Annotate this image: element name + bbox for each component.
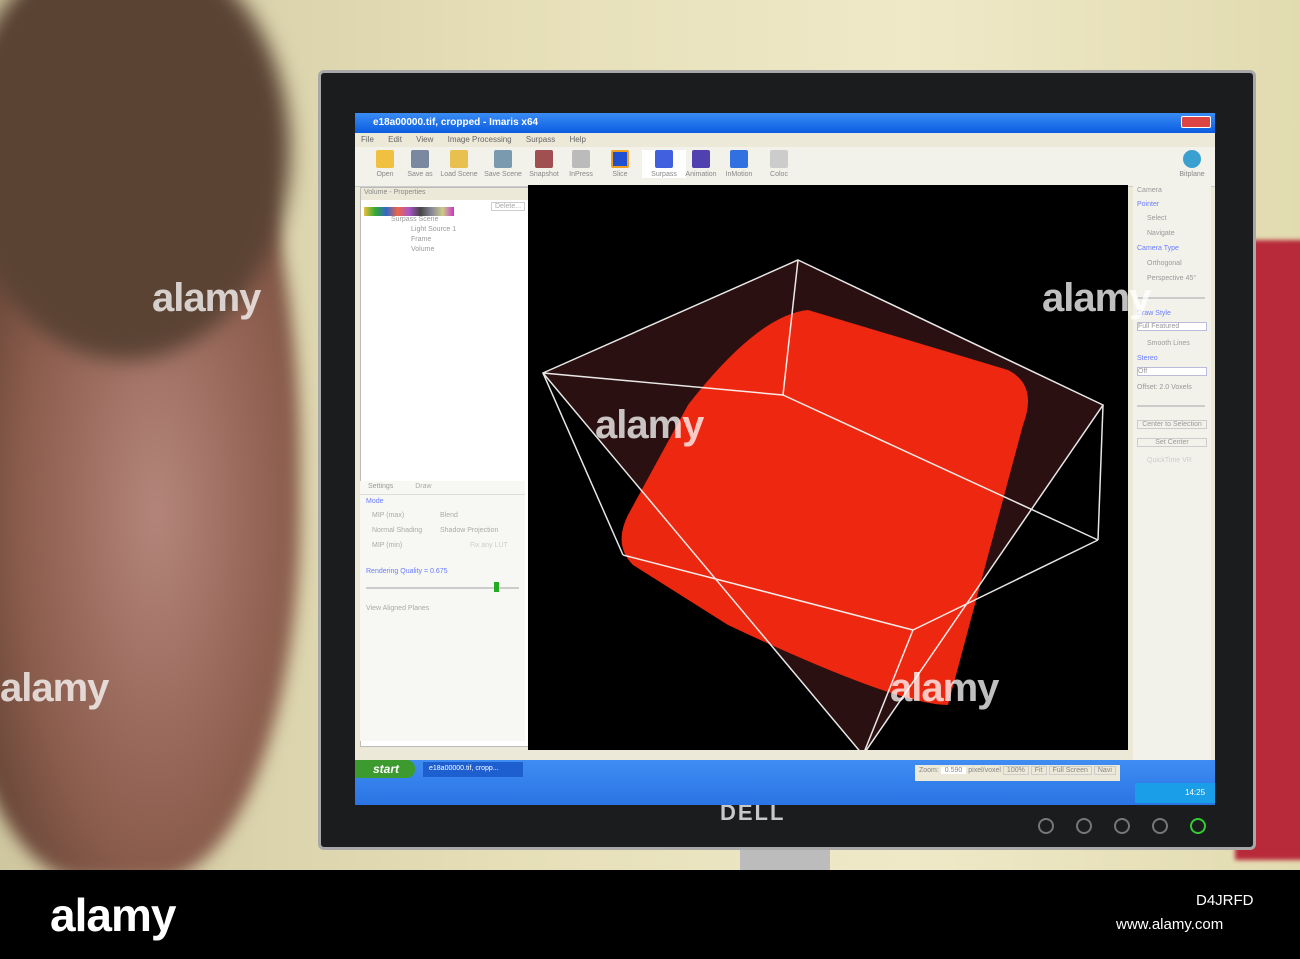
quality-slider[interactable] — [366, 582, 519, 592]
inmotion-button[interactable]: InMotion — [717, 150, 761, 178]
tab-settings[interactable]: Settings — [368, 483, 393, 490]
menu-view[interactable]: View — [416, 135, 433, 144]
fit-button[interactable]: Fit — [1030, 766, 1047, 775]
screen: e18a00000.tif, cropped - Imaris x64 File… — [355, 113, 1215, 805]
stereo-select[interactable]: Off — [1137, 367, 1207, 376]
zoom-100-button[interactable]: 100% — [1002, 766, 1029, 775]
volume-render — [541, 259, 1105, 757]
tree-item-volume[interactable]: Volume — [361, 246, 529, 256]
radio-blend[interactable]: Blend — [440, 512, 458, 519]
radio-normal-shading[interactable]: Normal Shading — [372, 527, 422, 534]
radio-navigate[interactable]: Navigate — [1147, 230, 1175, 237]
object-toolbar: Delete... — [361, 200, 529, 216]
smooth-lines-checkbox[interactable]: Smooth Lines — [1147, 340, 1190, 347]
panel-title: Volume - Properties — [361, 188, 529, 200]
taskbar: start e18a00000.tif, cropp... Zoom: 0.59… — [355, 760, 1215, 805]
coloc-button[interactable]: Coloc — [757, 150, 801, 178]
view-aligned-planes-checkbox[interactable]: View Aligned Planes — [360, 601, 525, 616]
navi-button[interactable]: Navi — [1093, 766, 1116, 775]
stereo-label: Stereo — [1137, 355, 1158, 362]
menu-edit[interactable]: Edit — [388, 135, 402, 144]
camera-title: Camera — [1137, 187, 1162, 194]
mode-label: Mode — [366, 498, 384, 505]
quicktime-vr-button[interactable]: QuickTime VR — [1147, 457, 1192, 464]
menu-bar: File Edit View Image Processing Surpass … — [355, 133, 1215, 147]
inpress-button[interactable]: InPress — [559, 150, 603, 178]
delete-button[interactable]: Delete... — [491, 202, 526, 211]
radio-mip-max[interactable]: MIP (max) — [372, 512, 404, 519]
window-title: e18a00000.tif, cropped - Imaris x64 — [355, 113, 1215, 133]
power-button[interactable] — [1190, 818, 1206, 834]
alamy-url: www.alamy.com — [1116, 916, 1224, 933]
alamy-logo: alamy — [50, 889, 176, 941]
object-type-icons[interactable] — [364, 207, 454, 216]
menu-file[interactable]: File — [361, 135, 374, 144]
center-to-selection-button[interactable]: Center to Selection — [1137, 420, 1207, 429]
tree-item-frame[interactable]: Frame — [361, 236, 529, 246]
image-id: D4JRFD — [1196, 892, 1254, 909]
set-center-button[interactable]: Set Center — [1137, 438, 1207, 447]
radio-select[interactable]: Select — [1147, 215, 1166, 222]
window-controls[interactable] — [1181, 116, 1211, 128]
watermark: alamy — [890, 666, 999, 710]
taskbar-item-imaris[interactable]: e18a00000.tif, cropp... — [423, 762, 523, 777]
3d-viewer[interactable] — [528, 185, 1128, 757]
radio-mip-min[interactable]: MIP (min) — [372, 542, 402, 549]
menu-image-processing[interactable]: Image Processing — [448, 135, 512, 144]
radio-perspective[interactable]: Perspective 45° — [1147, 275, 1196, 282]
camera-panel: Camera Pointer Select Navigate Camera Ty… — [1133, 185, 1211, 775]
slice-button[interactable]: Slice — [598, 150, 642, 178]
save-scene-button[interactable]: Save Scene — [481, 150, 525, 178]
monitor-button[interactable] — [1076, 818, 1092, 834]
watermark: alamy — [0, 666, 109, 710]
camera-type-label: Camera Type — [1137, 245, 1179, 252]
zoom-status: Zoom: 0.590 pixel/voxel 100% Fit Full Sc… — [915, 765, 1120, 781]
monitor-button[interactable] — [1114, 818, 1130, 834]
fix-lut-checkbox[interactable]: Fix any LUT — [470, 542, 508, 549]
rendering-quality-label: Rendering Quality = 0.675 — [366, 568, 448, 575]
radio-shadow-projection[interactable]: Shadow Projection — [440, 527, 498, 534]
offset-slider[interactable] — [1137, 405, 1205, 407]
pointer-label: Pointer — [1137, 201, 1160, 208]
watermark: alamy — [595, 403, 704, 447]
menu-help[interactable]: Help — [569, 135, 585, 144]
save-as-button[interactable]: Save as — [398, 150, 442, 178]
zoom-input[interactable]: 0.590 — [940, 767, 967, 774]
radio-orthogonal[interactable]: Orthogonal — [1147, 260, 1182, 267]
system-clock: 14:25 — [1135, 783, 1215, 803]
full-screen-button[interactable]: Full Screen — [1048, 766, 1092, 775]
load-scene-button[interactable]: Load Scene — [437, 150, 481, 178]
tree-item-light-source[interactable]: Light Source 1 — [361, 226, 529, 236]
zoom-label: Zoom: — [919, 767, 939, 774]
watermark: alamy — [152, 276, 261, 320]
settings-panel: Settings Draw Mode MIP (max) Blend Norma… — [360, 481, 525, 741]
start-button[interactable]: start — [355, 760, 415, 778]
monitor-button[interactable] — [1038, 818, 1054, 834]
offset-label: Offset: 2.0 Voxels — [1137, 384, 1192, 391]
watermark: alamy — [1042, 276, 1151, 320]
monitor-button[interactable] — [1152, 818, 1168, 834]
tab-draw[interactable]: Draw — [415, 483, 431, 490]
draw-style-select[interactable]: Full Featured — [1137, 322, 1207, 331]
zoom-unit: pixel/voxel — [968, 767, 1001, 774]
menu-surpass[interactable]: Surpass — [526, 135, 555, 144]
stock-banner — [0, 870, 1300, 959]
toolbar: Open Save as Load Scene Save Scene Snaps… — [355, 147, 1215, 187]
bitplane-logo: Bitplane — [1170, 150, 1214, 178]
